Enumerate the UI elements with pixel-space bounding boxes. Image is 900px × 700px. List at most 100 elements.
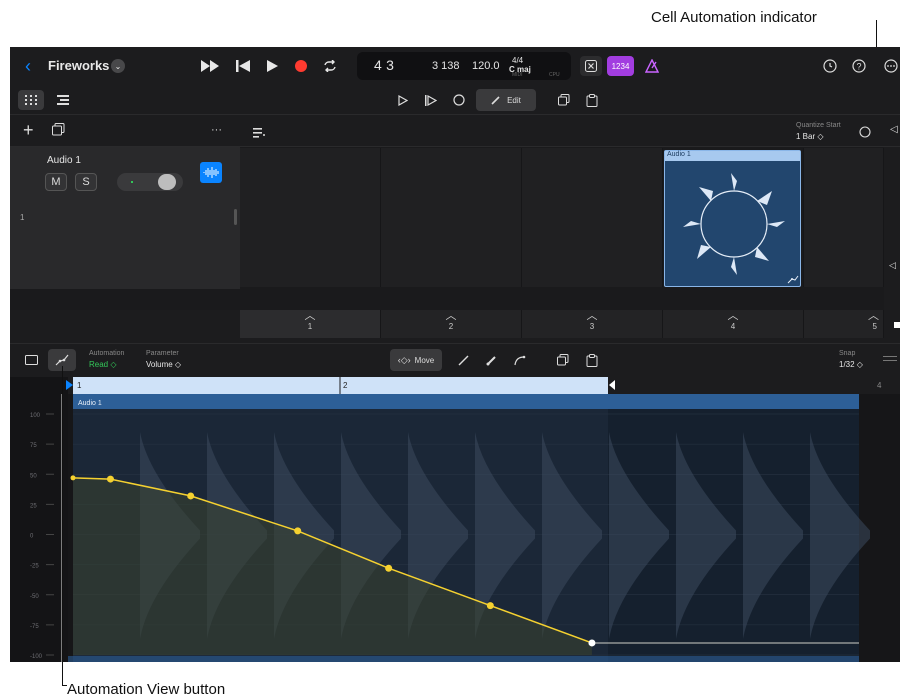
fast-forward-icon[interactable] [199, 57, 221, 75]
lcd-cpu-label: CPU [549, 72, 560, 78]
copy-icon[interactable] [550, 350, 576, 370]
track-more-button[interactable]: ··· [211, 124, 222, 136]
region-header[interactable] [73, 394, 859, 409]
volume-slider[interactable] [117, 173, 183, 191]
scene-chevron-icon: ︿ [868, 310, 879, 322]
parameter-value[interactable]: Volume ◇ [146, 360, 181, 369]
mute-button[interactable]: M [45, 173, 67, 191]
automation-point[interactable] [385, 564, 393, 572]
empty-cell[interactable] [522, 148, 663, 287]
empty-cell[interactable] [381, 148, 522, 287]
ruler-marker-2: 2 [343, 381, 348, 390]
pencil-icon [491, 96, 500, 105]
close-square-icon[interactable] [580, 56, 602, 76]
y-axis-label: 25 [30, 503, 37, 509]
play-from-selection-icon[interactable] [390, 90, 416, 110]
paste-icon[interactable] [579, 90, 605, 110]
more-options-icon[interactable] [882, 57, 900, 75]
view-toolbar: Edit [10, 85, 900, 115]
snap-value[interactable]: 1/32 ◇ [839, 360, 863, 369]
cycle-icon[interactable] [319, 57, 341, 75]
automation-point[interactable] [106, 475, 114, 483]
cell-options-icon[interactable] [253, 125, 265, 143]
copy-icon[interactable] [551, 90, 577, 110]
editor-toolbar: Automation Read ◇ Parameter Volume ◇ ‹◇›… [10, 343, 900, 377]
count-in-button[interactable]: 1234 [607, 56, 634, 76]
drag-handle[interactable] [883, 360, 897, 361]
scene-number: 1 [307, 322, 313, 331]
collapse-arrow-icon[interactable]: ◁ [889, 260, 896, 271]
audio-waveform-icon[interactable] [200, 162, 222, 183]
pencil-tool-icon[interactable] [450, 350, 476, 370]
ruler-marker-4: 4 [877, 381, 882, 390]
track-name[interactable]: Audio 1 [47, 155, 81, 166]
scene-row-spacer [10, 310, 240, 338]
automation-point[interactable] [486, 602, 494, 610]
tracks-view-icon[interactable] [50, 90, 76, 110]
scene-chevron-icon: ︿ [727, 310, 739, 322]
page: Cell Automation indicator Automation Vie… [0, 0, 900, 700]
duplicate-track-icon[interactable] [52, 123, 65, 141]
paste-icon[interactable] [579, 350, 605, 370]
edit-mode-button[interactable]: Edit [476, 89, 536, 111]
audio-cell[interactable]: Audio 1 [664, 150, 801, 287]
region-view-icon[interactable] [18, 350, 44, 370]
brush-tool-icon[interactable] [478, 350, 504, 370]
scene-chevron-icon: ︿ [304, 310, 316, 322]
add-track-icon[interactable]: + [23, 120, 34, 141]
back-chevron-icon[interactable]: ‹ [20, 56, 36, 76]
empty-cell[interactable] [804, 148, 884, 287]
play-icon[interactable] [261, 57, 283, 75]
scene-trigger-5[interactable]: ︿ 5 [804, 310, 884, 338]
play-cell-icon[interactable] [418, 90, 444, 110]
lcd-display[interactable]: 4 3 3 138 120.0 4/4 C maj MIDI CPU [357, 52, 571, 80]
automation-editor: 1 2 4 Audio 1 100 75 50 25 0 -25 -50 -75 -100 [10, 377, 900, 662]
snap-label: Snap [839, 350, 856, 357]
stop-circle-icon[interactable] [859, 125, 871, 143]
metronome-icon[interactable] [641, 56, 663, 76]
automation-point[interactable] [294, 527, 302, 535]
help-icon[interactable]: ? [850, 57, 868, 75]
chevron-down-icon[interactable]: ⌄ [111, 59, 125, 73]
resize-handle[interactable] [234, 209, 237, 225]
automation-point[interactable] [588, 639, 596, 647]
automation-point[interactable] [70, 475, 76, 481]
automation-point[interactable] [187, 492, 195, 500]
control-bar: ‹ Fireworks ⌄ 4 3 3 138 120.0 4/4 C maj … [10, 47, 900, 85]
stop-square-icon[interactable] [894, 322, 900, 328]
collapse-arrow-icon[interactable]: ◁ [890, 124, 898, 135]
record-icon[interactable] [290, 57, 312, 75]
automation-editor-canvas[interactable]: 1 2 4 Audio 1 1007550250-25-50-75-100 [10, 377, 900, 662]
track-header: Audio 1 M S 1 [10, 147, 240, 289]
tracks-header: + ··· Quantize Start 1 Bar ◇ ◁ [10, 115, 900, 147]
live-loops-grid-icon[interactable] [18, 90, 44, 110]
undo-history-icon[interactable] [821, 57, 839, 75]
go-to-beginning-icon[interactable] [232, 57, 254, 75]
scene-trigger-3[interactable]: ︿ 3 [522, 310, 663, 338]
move-tool-label: Move [414, 355, 435, 365]
track-number: 1 [20, 213, 25, 222]
logic-pro-window: ‹ Fireworks ⌄ 4 3 3 138 120.0 4/4 C maj … [10, 47, 900, 662]
scene-number: 3 [589, 322, 595, 331]
empty-cell[interactable] [240, 148, 381, 287]
curve-tool-icon[interactable] [507, 350, 533, 370]
scene-trigger-4[interactable]: ︿ 4 [663, 310, 804, 338]
scene-chevron-icon: ︿ [586, 310, 598, 322]
cell-automation-indicator-callout: Cell Automation indicator [651, 9, 817, 26]
quantize-start-value[interactable]: 1 Bar ◇ [796, 132, 824, 141]
y-axis-label: 100 [30, 413, 41, 419]
project-name[interactable]: Fireworks [48, 58, 109, 73]
quantize-start-label: Quantize Start [796, 122, 841, 129]
move-tool-button[interactable]: ‹◇› Move [390, 349, 442, 371]
lcd-position: 4 3 [374, 57, 395, 73]
lcd-signature: 4/4 [512, 56, 524, 65]
drag-handle[interactable] [883, 356, 897, 357]
scene-trigger-2[interactable]: ︿ 2 [381, 310, 522, 338]
automation-mode-value[interactable]: Read ◇ [89, 360, 117, 369]
y-axis-label: -25 [30, 564, 39, 570]
cell-name: Audio 1 [667, 151, 691, 158]
record-cell-icon[interactable] [446, 90, 472, 110]
scene-trigger-1[interactable]: ︿ 1 [240, 310, 381, 338]
volume-slider-knob[interactable] [158, 174, 176, 190]
solo-button[interactable]: S [75, 173, 97, 191]
